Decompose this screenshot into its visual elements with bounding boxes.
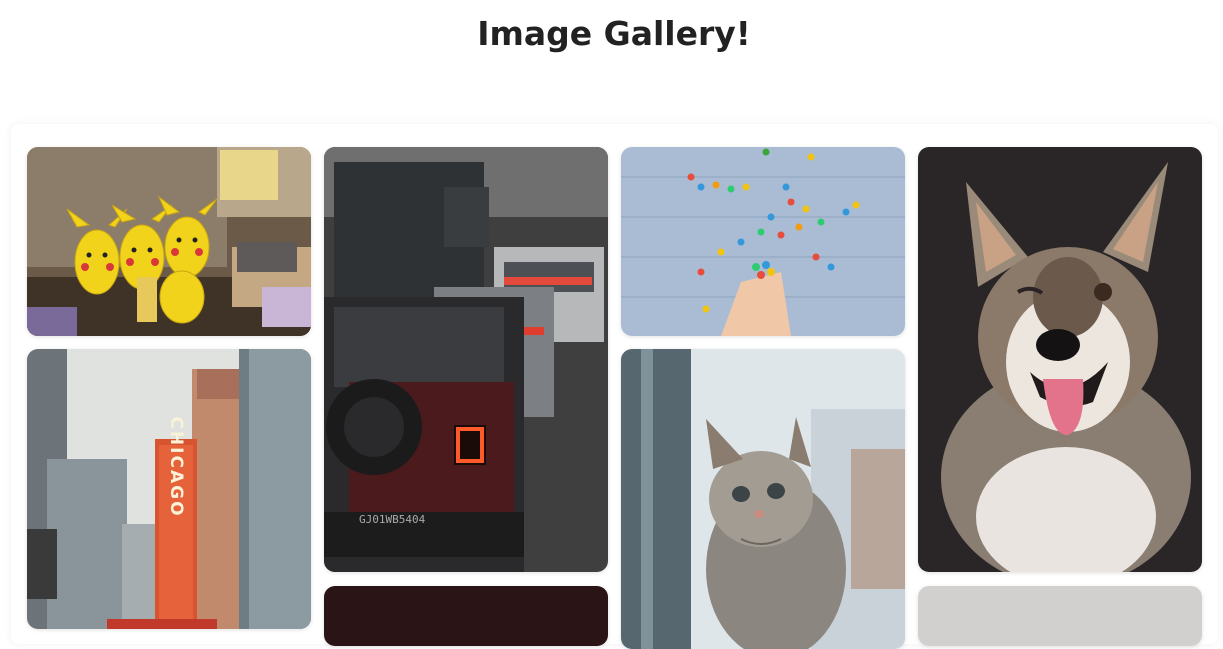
chicago-photo: CHICAGO <box>27 349 311 629</box>
gallery-image-dark[interactable] <box>324 586 608 646</box>
gallery-image-puppy[interactable] <box>918 147 1202 572</box>
candies-photo <box>621 147 905 336</box>
license-plate-text: GJ01WB5404 <box>359 513 426 526</box>
gallery-image-candies[interactable] <box>621 147 905 336</box>
chicago-sign-text: CHICAGO <box>166 416 186 517</box>
traffic-photo: GJ01WB5404 <box>324 147 608 572</box>
gallery-image-chicago[interactable]: CHICAGO <box>27 349 311 629</box>
page-title: Image Gallery! <box>477 14 751 53</box>
puppy-photo <box>918 147 1202 572</box>
gray-photo <box>918 586 1202 646</box>
gallery-image-pikachu[interactable] <box>27 147 311 336</box>
gallery-image-kitten[interactable] <box>621 349 905 649</box>
gallery-image-gray[interactable] <box>918 586 1202 646</box>
gallery-image-traffic[interactable]: GJ01WB5404 <box>324 147 608 572</box>
dark-photo <box>324 586 608 646</box>
kitten-photo <box>621 349 905 649</box>
pikachu-photo <box>27 147 311 336</box>
